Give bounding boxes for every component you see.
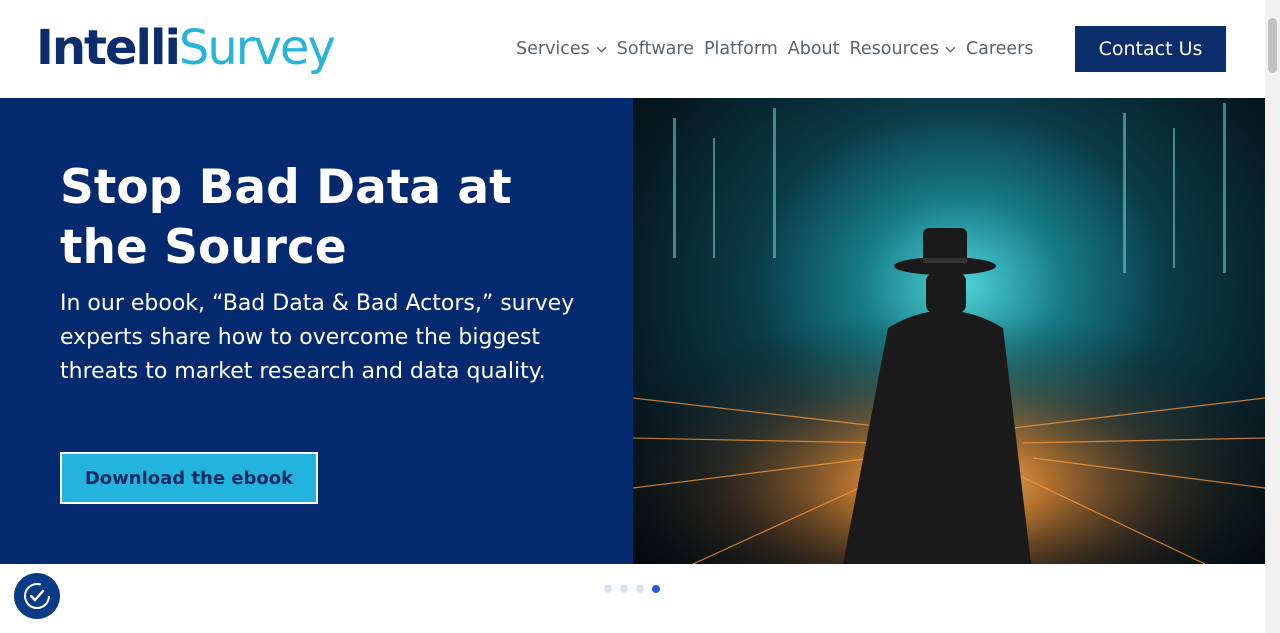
nav-item-resources[interactable]: Resources [850,39,956,59]
nav-item-about[interactable]: About [788,39,840,59]
hero-image [633,98,1265,564]
site-header: IntelliSurvey Services Software Platform… [0,0,1265,98]
scrollbar-thumb[interactable] [1268,18,1277,73]
contact-us-button[interactable]: Contact Us [1075,26,1226,72]
hero-description: In our ebook, “Bad Data & Bad Actors,” s… [60,291,575,384]
chevron-down-icon [596,46,607,53]
carousel-indicators [604,585,668,593]
logo-part-survey: Survey [178,20,336,76]
nav-label: Platform [703,39,778,59]
carousel-dot[interactable] [604,585,612,593]
nav-item-platform[interactable]: Platform [704,39,778,59]
nav-item-software[interactable]: Software [617,39,694,59]
accessibility-check-icon [24,583,50,609]
download-ebook-button[interactable]: Download the ebook [60,452,318,504]
nav-label: Resources [849,39,939,59]
carousel-dot-active[interactable] [652,585,660,593]
carousel-dot[interactable] [620,585,628,593]
page-scrollbar[interactable] [1265,0,1280,633]
hero-illustration [633,103,1265,564]
chevron-down-icon [945,46,956,53]
hero-title: Stop Bad Data at the Source [60,160,512,275]
main-nav: Services Software Platform About Resourc… [516,30,1044,68]
hero-panel: Stop Bad Data at the Source In our ebook… [0,98,633,564]
intellisurvey-logo[interactable]: IntelliSurvey [36,18,336,78]
nav-label: Software [616,39,694,59]
logo-part-intelli: Intelli [36,20,181,76]
accessibility-button[interactable] [14,573,60,619]
nav-item-services[interactable]: Services [516,39,607,59]
nav-label: About [787,39,840,59]
nav-label: Careers [965,39,1034,59]
carousel-dot[interactable] [636,585,644,593]
nav-item-careers[interactable]: Careers [966,39,1034,59]
nav-label: Services [516,39,590,59]
